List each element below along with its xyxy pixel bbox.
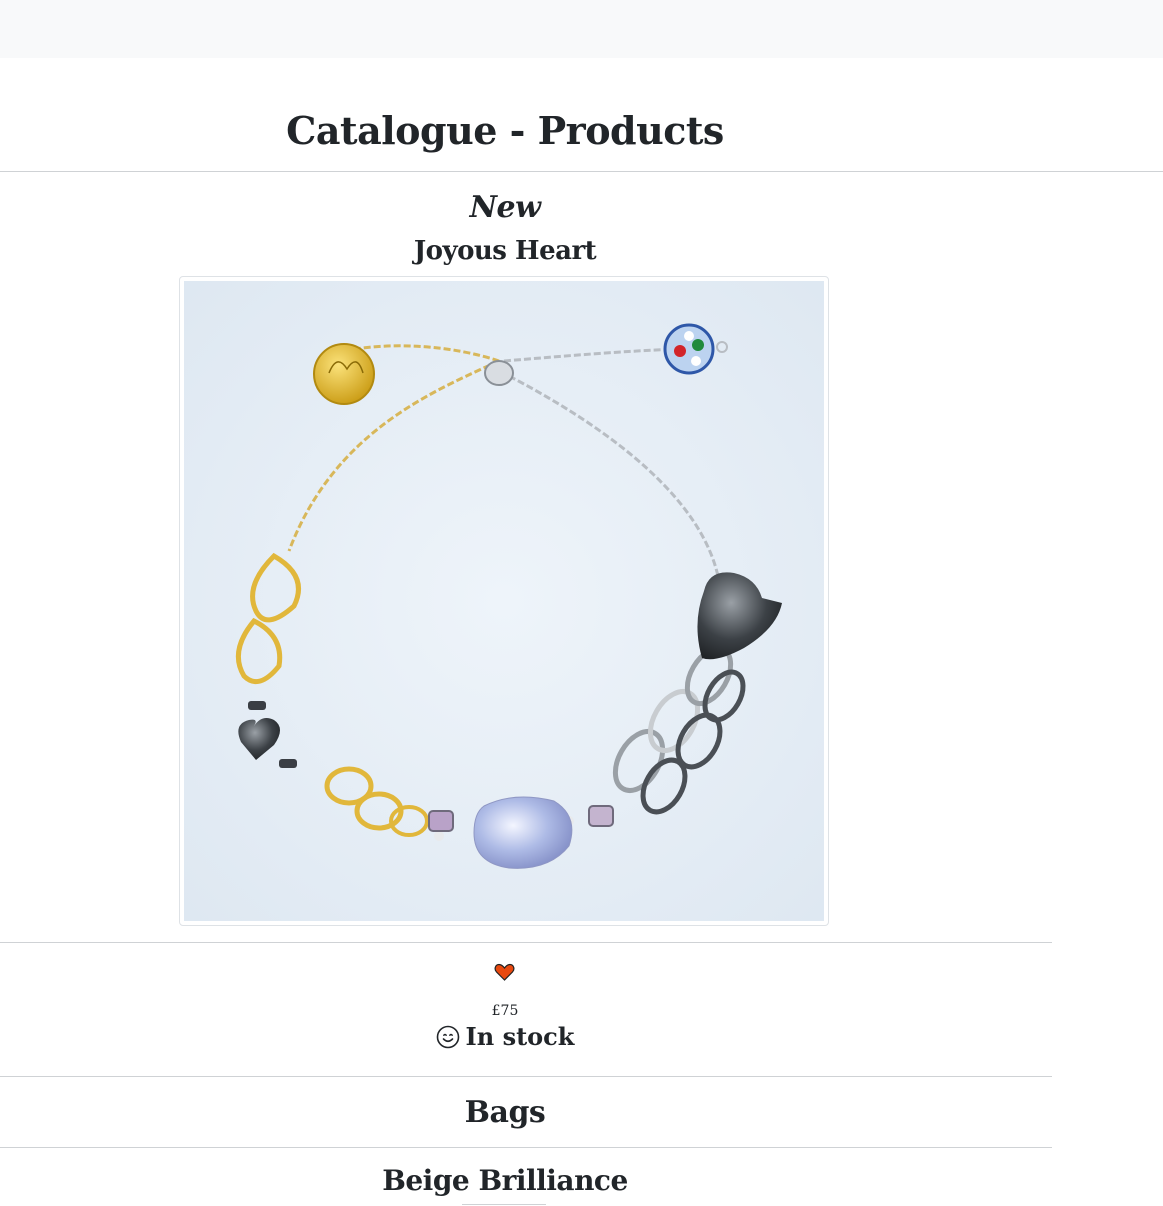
- product-price: £75: [491, 1003, 519, 1019]
- stock-label: In stock: [465, 1022, 575, 1051]
- heart-icon: [494, 963, 515, 981]
- divider: [0, 1076, 1052, 1077]
- product-name[interactable]: Joyous Heart: [0, 236, 1010, 266]
- product-image-thumbnail[interactable]: [179, 276, 829, 926]
- top-navbar: [0, 0, 1163, 58]
- divider: [0, 942, 1052, 943]
- divider: [462, 1204, 546, 1205]
- bracelet-photo: [184, 281, 824, 921]
- divider: [0, 1147, 1052, 1148]
- product-name[interactable]: Beige Brilliance: [0, 1164, 1010, 1197]
- smile-icon: [436, 1025, 459, 1048]
- stock-status: In stock: [0, 1022, 1010, 1051]
- divider: [0, 171, 1163, 172]
- favourite-button[interactable]: [494, 962, 515, 982]
- new-badge: New: [469, 190, 541, 225]
- category-heading: Bags: [464, 1095, 546, 1130]
- page-title: Catalogue - Products: [286, 108, 724, 153]
